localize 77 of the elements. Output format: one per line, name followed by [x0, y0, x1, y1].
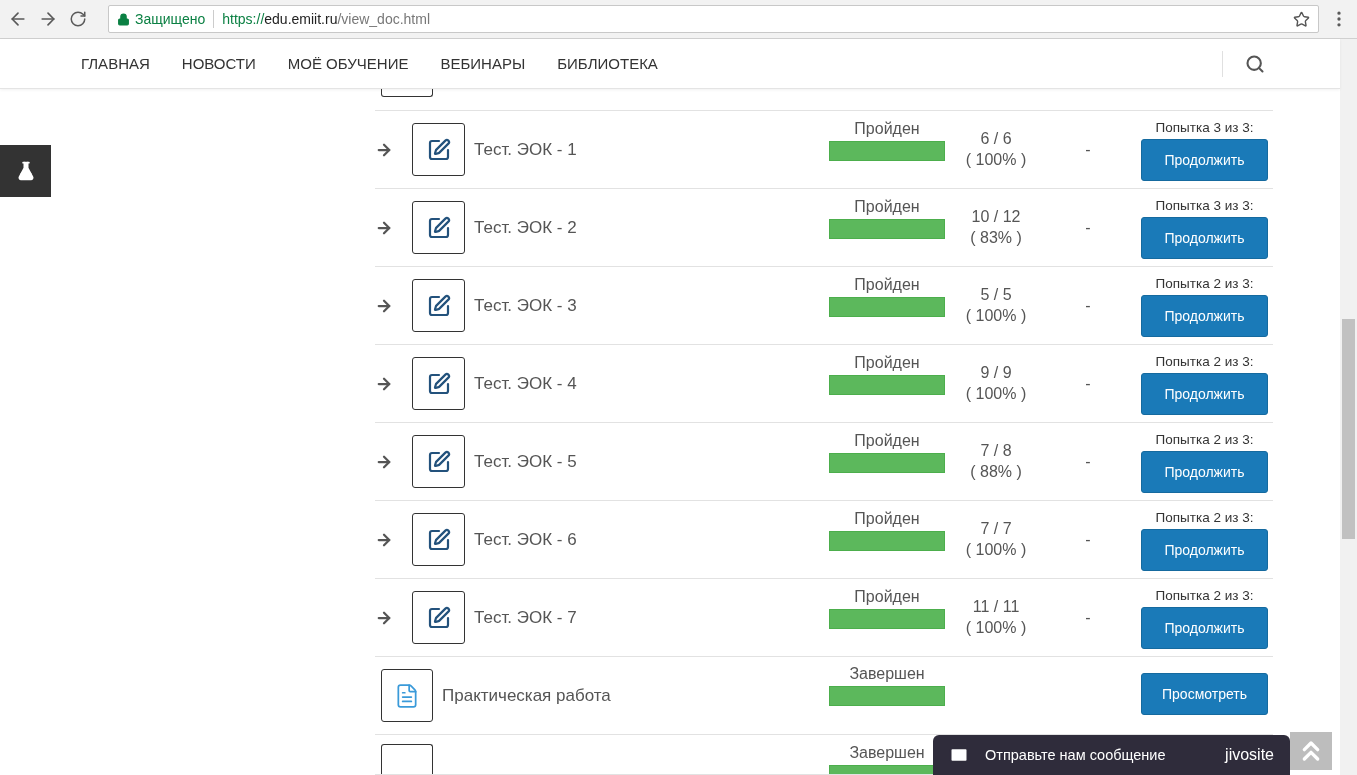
dash-text: - [1085, 374, 1091, 393]
reload-icon[interactable] [68, 9, 88, 29]
status-text: Пройден [854, 276, 920, 294]
nav-link[interactable]: БИБЛИОТЕКА [557, 55, 658, 72]
continue-button[interactable]: Продолжить [1141, 217, 1268, 259]
status-text: Пройден [854, 588, 920, 606]
view-button[interactable]: Просмотреть [1141, 673, 1268, 715]
percent-text: ( 100% ) [965, 151, 1027, 169]
nav-link[interactable]: ВЕБИНАРЫ [440, 55, 526, 72]
status-text: Пройден [854, 354, 920, 372]
address-bar[interactable]: Защищено https://edu.emiit.ru/view_doc.html [108, 5, 1319, 33]
status-text: Завершен [849, 744, 925, 762]
edit-icon[interactable] [412, 123, 465, 176]
chat-message: Отправьте нам сообщение [985, 747, 1166, 763]
dash-text: - [1085, 608, 1091, 627]
score-text: 9 / 9 [980, 364, 1012, 382]
percent-text: ( 100% ) [965, 307, 1027, 325]
flask-button[interactable] [0, 145, 51, 197]
score-text: 11 / 11 [972, 598, 1020, 616]
status-text: Пройден [854, 198, 920, 216]
continue-button[interactable]: Продолжить [1141, 295, 1268, 337]
status-text: Пройден [854, 510, 920, 528]
edit-icon[interactable] [412, 357, 465, 410]
dash-text: - [1085, 218, 1091, 237]
attempt-text: Попытка 2 из 3: [1155, 588, 1254, 603]
test-title: Тест. ЭОК - 4 [474, 373, 578, 394]
nav-link[interactable]: ГЛАВНАЯ [81, 55, 150, 72]
chat-widget[interactable]: Отправьте нам сообщение jivosite [933, 735, 1290, 775]
attempt-text: Попытка 2 из 3: [1155, 354, 1254, 369]
score-text: 6 / 6 [980, 130, 1012, 148]
status-text: Завершен [849, 665, 925, 683]
continue-button[interactable]: Продолжить [1141, 373, 1268, 415]
percent-text: ( 100% ) [965, 385, 1027, 403]
chat-brand: jivosite [1225, 746, 1274, 764]
attempt-text: Попытка 3 из 3: [1155, 198, 1254, 213]
test-title: Тест. ЭОК - 2 [474, 217, 578, 238]
edit-icon[interactable] [412, 591, 465, 644]
nav-link[interactable]: НОВОСТИ [181, 55, 256, 72]
score-text: 7 / 8 [980, 442, 1012, 460]
document-title: Практическая работа [442, 685, 612, 706]
edit-icon[interactable] [412, 435, 465, 488]
test-title: Тест. ЭОК - 5 [474, 451, 578, 472]
percent-text: ( 100% ) [965, 541, 1027, 559]
test-title: Тест. ЭОК - 3 [474, 295, 578, 316]
security-label: Защищено [135, 11, 206, 27]
continue-button[interactable]: Продолжить [1141, 139, 1268, 181]
percent-text: ( 83% ) [970, 229, 1022, 247]
dash-text: - [1085, 452, 1091, 471]
percent-text: ( 88% ) [970, 463, 1022, 481]
attempt-text: Попытка 2 из 3: [1155, 510, 1254, 525]
percent-text: ( 100% ) [965, 619, 1027, 637]
edit-icon[interactable] [412, 513, 465, 566]
dash-text: - [1085, 140, 1091, 159]
continue-button[interactable]: Продолжить [1141, 607, 1268, 649]
attempt-text: Попытка 2 из 3: [1155, 432, 1254, 447]
score-text: 7 / 7 [980, 520, 1012, 538]
test-title: Тест. ЭОК - 6 [474, 529, 578, 550]
attempt-text: Попытка 2 из 3: [1155, 276, 1254, 291]
document-icon[interactable] [381, 669, 433, 722]
score-text: 5 / 5 [980, 286, 1012, 304]
attempt-text: Попытка 3 из 3: [1155, 120, 1254, 135]
edit-icon[interactable] [412, 279, 465, 332]
dash-text: - [1085, 530, 1091, 549]
score-text: 10 / 12 [971, 208, 1021, 226]
lock-icon [117, 12, 130, 26]
status-text: Пройден [854, 120, 920, 138]
edit-icon[interactable] [412, 201, 465, 254]
test-title: Тест. ЭОК - 1 [474, 139, 578, 160]
search-icon[interactable] [1245, 53, 1265, 74]
continue-button[interactable]: Продолжить [1141, 451, 1268, 493]
url-text: https://edu.emiit.ru/view_doc.html [222, 11, 431, 27]
dash-text: - [1085, 296, 1091, 315]
star-icon[interactable] [1293, 10, 1310, 28]
status-text: Пройден [854, 432, 920, 450]
nav-link[interactable]: МОЁ ОБУЧЕНИЕ [287, 55, 409, 72]
continue-button[interactable]: Продолжить [1141, 529, 1268, 571]
test-title: Тест. ЭОК - 7 [474, 607, 578, 628]
